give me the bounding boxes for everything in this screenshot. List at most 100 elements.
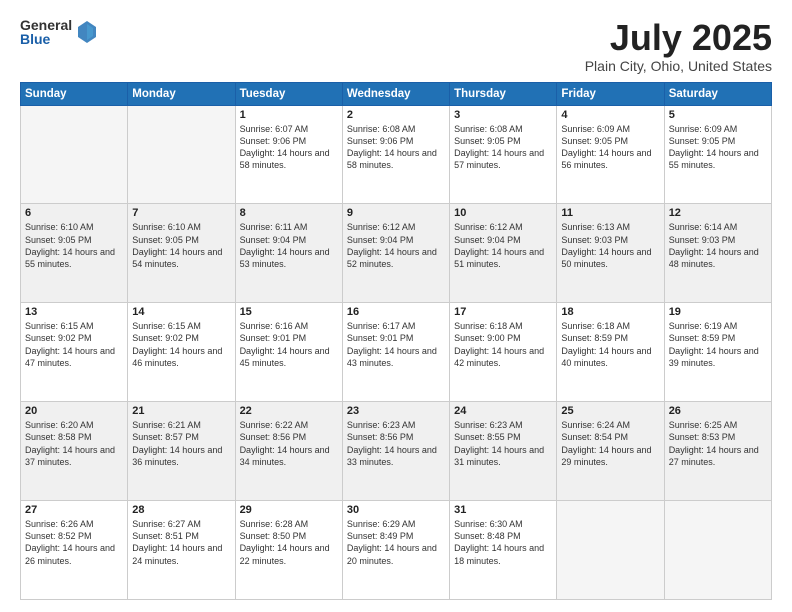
day-number: 6 — [25, 207, 123, 219]
day-number: 28 — [132, 504, 230, 516]
day-number: 11 — [561, 207, 659, 219]
calendar-cell: 15 Sunrise: 6:16 AM Sunset: 9:01 PM Dayli… — [235, 303, 342, 402]
calendar-cell — [557, 501, 664, 600]
calendar-cell: 16Sunrise: 6:17 AM Sunset: 9:01 PM Dayli… — [342, 303, 449, 402]
day-info: Sunrise: 6:14 AM Sunset: 9:03 PM Dayligh… — [669, 221, 767, 270]
calendar-week-row: 6 Sunrise: 6:10 AM Sunset: 9:05 PM Daylig… — [21, 204, 772, 303]
day-number: 2 — [347, 109, 445, 121]
weekday-header-thursday: Thursday — [450, 82, 557, 105]
month-title: July 2025 — [585, 18, 772, 58]
calendar-cell: 22 Sunrise: 6:22 AM Sunset: 8:56 PM Dayli… — [235, 402, 342, 501]
calendar-cell — [128, 105, 235, 204]
calendar-cell — [664, 501, 771, 600]
calendar-cell: 4Sunrise: 6:09 AM Sunset: 9:05 PM Daylig… — [557, 105, 664, 204]
day-info: Sunrise: 6:09 AM Sunset: 9:05 PM Dayligh… — [669, 123, 767, 172]
calendar-cell: 2 Sunrise: 6:08 AM Sunset: 9:06 PM Daylig… — [342, 105, 449, 204]
page: General Blue July 2025 Plain City, Ohio,… — [0, 0, 792, 612]
calendar-cell: 24Sunrise: 6:23 AM Sunset: 8:55 PM Dayli… — [450, 402, 557, 501]
calendar-cell: 1 Sunrise: 6:07 AM Sunset: 9:06 PM Daylig… — [235, 105, 342, 204]
calendar-cell: 11 Sunrise: 6:13 AM Sunset: 9:03 PM Dayli… — [557, 204, 664, 303]
calendar-cell: 10 Sunrise: 6:12 AM Sunset: 9:04 PM Dayli… — [450, 204, 557, 303]
day-info: Sunrise: 6:22 AM Sunset: 8:56 PM Dayligh… — [240, 419, 338, 468]
day-number: 10 — [454, 207, 552, 219]
day-number: 20 — [25, 405, 123, 417]
day-info: Sunrise: 6:24 AM Sunset: 8:54 PM Dayligh… — [561, 419, 659, 468]
day-number: 31 — [454, 504, 552, 516]
calendar-cell: 7 Sunrise: 6:10 AM Sunset: 9:05 PM Daylig… — [128, 204, 235, 303]
day-info: Sunrise: 6:18 AM Sunset: 8:59 PM Dayligh… — [561, 320, 659, 369]
day-info: Sunrise: 6:10 AM Sunset: 9:05 PM Dayligh… — [132, 221, 230, 270]
logo-icon — [78, 21, 96, 43]
day-info: Sunrise: 6:30 AM Sunset: 8:48 PM Dayligh… — [454, 518, 552, 567]
day-number: 13 — [25, 306, 123, 318]
day-number: 30 — [347, 504, 445, 516]
logo-general: General — [20, 18, 72, 32]
calendar-cell: 5 Sunrise: 6:09 AM Sunset: 9:05 PM Daylig… — [664, 105, 771, 204]
day-info: Sunrise: 6:15 AM Sunset: 9:02 PM Dayligh… — [132, 320, 230, 369]
logo-blue: Blue — [20, 32, 72, 46]
day-number: 7 — [132, 207, 230, 219]
day-number: 26 — [669, 405, 767, 417]
day-number: 1 — [240, 109, 338, 121]
day-number: 12 — [669, 207, 767, 219]
calendar-cell: 30 Sunrise: 6:29 AM Sunset: 8:49 PM Dayli… — [342, 501, 449, 600]
day-info: Sunrise: 6:25 AM Sunset: 8:53 PM Dayligh… — [669, 419, 767, 468]
day-number: 4 — [561, 109, 659, 121]
logo: General Blue — [20, 18, 96, 46]
calendar-cell: 25 Sunrise: 6:24 AM Sunset: 8:54 PM Dayli… — [557, 402, 664, 501]
day-number: 15 — [240, 306, 338, 318]
weekday-header-sunday: Sunday — [21, 82, 128, 105]
calendar-cell: 27 Sunrise: 6:26 AM Sunset: 8:52 PM Dayli… — [21, 501, 128, 600]
day-info: Sunrise: 6:26 AM Sunset: 8:52 PM Dayligh… — [25, 518, 123, 567]
day-info: Sunrise: 6:08 AM Sunset: 9:06 PM Dayligh… — [347, 123, 445, 172]
calendar-cell: 31 Sunrise: 6:30 AM Sunset: 8:48 PM Dayli… — [450, 501, 557, 600]
calendar-cell: 18 Sunrise: 6:18 AM Sunset: 8:59 PM Dayli… — [557, 303, 664, 402]
calendar-cell: 23Sunrise: 6:23 AM Sunset: 8:56 PM Dayli… — [342, 402, 449, 501]
day-info: Sunrise: 6:15 AM Sunset: 9:02 PM Dayligh… — [25, 320, 123, 369]
calendar-cell: 19Sunrise: 6:19 AM Sunset: 8:59 PM Dayli… — [664, 303, 771, 402]
calendar-cell: 9Sunrise: 6:12 AM Sunset: 9:04 PM Daylig… — [342, 204, 449, 303]
calendar-cell: 29 Sunrise: 6:28 AM Sunset: 8:50 PM Dayli… — [235, 501, 342, 600]
calendar-cell: 8Sunrise: 6:11 AM Sunset: 9:04 PM Daylig… — [235, 204, 342, 303]
day-info: Sunrise: 6:23 AM Sunset: 8:55 PM Dayligh… — [454, 419, 552, 468]
location: Plain City, Ohio, United States — [585, 58, 772, 74]
calendar-week-row: 27 Sunrise: 6:26 AM Sunset: 8:52 PM Dayli… — [21, 501, 772, 600]
title-block: July 2025 Plain City, Ohio, United State… — [585, 18, 772, 74]
day-info: Sunrise: 6:12 AM Sunset: 9:04 PM Dayligh… — [454, 221, 552, 270]
day-number: 5 — [669, 109, 767, 121]
day-info: Sunrise: 6:27 AM Sunset: 8:51 PM Dayligh… — [132, 518, 230, 567]
calendar-week-row: 1 Sunrise: 6:07 AM Sunset: 9:06 PM Daylig… — [21, 105, 772, 204]
calendar-cell: 17Sunrise: 6:18 AM Sunset: 9:00 PM Dayli… — [450, 303, 557, 402]
day-info: Sunrise: 6:17 AM Sunset: 9:01 PM Dayligh… — [347, 320, 445, 369]
calendar-cell: 26 Sunrise: 6:25 AM Sunset: 8:53 PM Dayli… — [664, 402, 771, 501]
calendar-cell: 28 Sunrise: 6:27 AM Sunset: 8:51 PM Dayli… — [128, 501, 235, 600]
day-number: 14 — [132, 306, 230, 318]
day-info: Sunrise: 6:23 AM Sunset: 8:56 PM Dayligh… — [347, 419, 445, 468]
day-number: 3 — [454, 109, 552, 121]
calendar-cell: 14 Sunrise: 6:15 AM Sunset: 9:02 PM Dayli… — [128, 303, 235, 402]
day-number: 22 — [240, 405, 338, 417]
day-number: 25 — [561, 405, 659, 417]
calendar-table: SundayMondayTuesdayWednesdayThursdayFrid… — [20, 82, 772, 600]
day-info: Sunrise: 6:16 AM Sunset: 9:01 PM Dayligh… — [240, 320, 338, 369]
logo-text: General Blue — [20, 18, 72, 46]
day-info: Sunrise: 6:13 AM Sunset: 9:03 PM Dayligh… — [561, 221, 659, 270]
calendar-week-row: 20Sunrise: 6:20 AM Sunset: 8:58 PM Dayli… — [21, 402, 772, 501]
calendar-cell — [21, 105, 128, 204]
day-info: Sunrise: 6:11 AM Sunset: 9:04 PM Dayligh… — [240, 221, 338, 270]
calendar-cell: 21Sunrise: 6:21 AM Sunset: 8:57 PM Dayli… — [128, 402, 235, 501]
weekday-header-monday: Monday — [128, 82, 235, 105]
weekday-header-saturday: Saturday — [664, 82, 771, 105]
day-number: 9 — [347, 207, 445, 219]
day-number: 21 — [132, 405, 230, 417]
day-info: Sunrise: 6:07 AM Sunset: 9:06 PM Dayligh… — [240, 123, 338, 172]
day-info: Sunrise: 6:10 AM Sunset: 9:05 PM Dayligh… — [25, 221, 123, 270]
day-number: 18 — [561, 306, 659, 318]
day-info: Sunrise: 6:28 AM Sunset: 8:50 PM Dayligh… — [240, 518, 338, 567]
calendar-cell: 20Sunrise: 6:20 AM Sunset: 8:58 PM Dayli… — [21, 402, 128, 501]
header: General Blue July 2025 Plain City, Ohio,… — [20, 18, 772, 74]
weekday-header-friday: Friday — [557, 82, 664, 105]
day-info: Sunrise: 6:29 AM Sunset: 8:49 PM Dayligh… — [347, 518, 445, 567]
day-number: 27 — [25, 504, 123, 516]
day-number: 29 — [240, 504, 338, 516]
